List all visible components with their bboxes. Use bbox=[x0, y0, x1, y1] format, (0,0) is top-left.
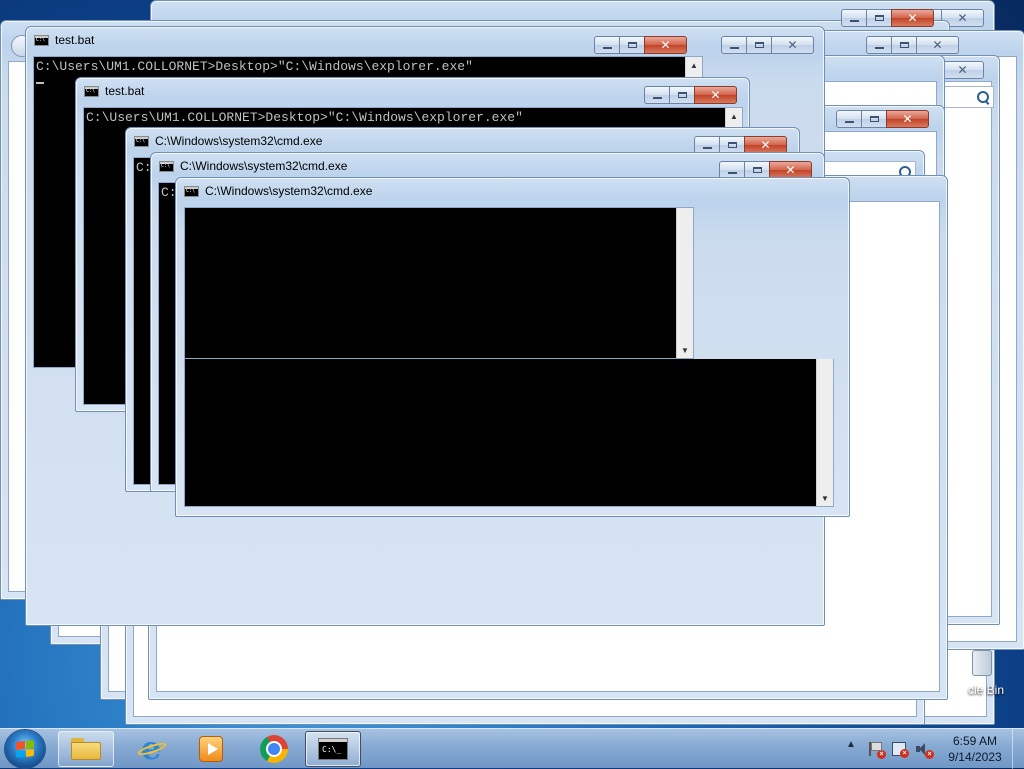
window-title-text: test.bat bbox=[105, 84, 145, 98]
close-button[interactable]: ✕ bbox=[891, 9, 934, 27]
console-window-cmd-3[interactable]: ▼ ▼ C:\Windows\system32\cmd.exe bbox=[175, 177, 850, 517]
taskbar-windows-explorer[interactable] bbox=[58, 731, 114, 767]
maximize-button[interactable] bbox=[866, 9, 892, 27]
windows-logo-icon bbox=[16, 740, 34, 758]
taskbar-chrome[interactable] bbox=[246, 731, 302, 767]
maximize-icon bbox=[727, 142, 737, 148]
network-icon[interactable]: × bbox=[892, 742, 909, 758]
maximize-icon bbox=[754, 42, 764, 48]
window-title: test.bat bbox=[34, 33, 94, 47]
taskbar-internet-explorer[interactable] bbox=[124, 729, 180, 767]
system-tray: ▲ × × × 6:59 AM 9/14/2023 bbox=[840, 729, 1024, 769]
show-hidden-icons-button[interactable]: ▲ bbox=[846, 739, 860, 753]
minimize-button[interactable] bbox=[594, 36, 620, 54]
scroll-down-icon[interactable]: ▼ bbox=[677, 342, 693, 358]
maximize-icon bbox=[869, 116, 879, 122]
scroll-up-icon[interactable]: ▲ bbox=[686, 57, 702, 73]
close-icon: ✕ bbox=[902, 112, 913, 126]
clock[interactable]: 6:59 AM 9/14/2023 bbox=[940, 733, 1010, 765]
vertical-scrollbar[interactable]: ▼ bbox=[676, 208, 693, 358]
close-button[interactable]: ✕ bbox=[916, 36, 959, 54]
close-icon: ✕ bbox=[932, 38, 943, 52]
console-output: C:\Users\UM1.COLLORNET>Desktop>"C:\Windo… bbox=[86, 110, 523, 125]
minimize-icon bbox=[849, 19, 859, 22]
maximize-icon bbox=[874, 15, 884, 21]
close-icon: ✕ bbox=[787, 38, 798, 52]
recycle-bin-label[interactable]: cle Bin bbox=[968, 683, 1004, 697]
window-title-text: C:\Windows\system32\cmd.exe bbox=[155, 134, 323, 148]
internet-explorer-icon bbox=[138, 729, 166, 767]
minimize-button[interactable] bbox=[866, 36, 892, 54]
search-icon bbox=[977, 91, 989, 103]
action-center-icon[interactable]: × bbox=[868, 742, 886, 759]
minimize-icon bbox=[652, 96, 662, 99]
window-title-text: C:\Windows\system32\cmd.exe bbox=[180, 159, 348, 173]
close-icon: ✕ bbox=[760, 138, 771, 152]
maximize-button[interactable] bbox=[619, 36, 645, 54]
taskbar-command-prompt[interactable] bbox=[305, 731, 361, 767]
close-icon: ✕ bbox=[957, 63, 968, 77]
close-button[interactable]: ✕ bbox=[644, 36, 687, 54]
minimize-button[interactable] bbox=[721, 36, 747, 54]
close-icon: ✕ bbox=[660, 38, 671, 52]
minimize-icon bbox=[702, 146, 712, 149]
close-button[interactable]: ✕ bbox=[941, 61, 984, 79]
close-icon: ✕ bbox=[907, 11, 918, 25]
chrome-icon bbox=[260, 735, 288, 763]
minimize-icon bbox=[602, 46, 612, 49]
maximize-icon bbox=[627, 42, 637, 48]
volume-muted-icon[interactable]: × bbox=[916, 742, 934, 759]
show-desktop-button[interactable] bbox=[1012, 729, 1024, 769]
window-title-text: test.bat bbox=[55, 33, 95, 47]
minimize-button[interactable] bbox=[841, 9, 867, 27]
console-app-icon bbox=[84, 85, 99, 97]
window-title-text: C:\Windows\system32\cmd.exe bbox=[205, 184, 373, 198]
maximize-button[interactable] bbox=[891, 36, 917, 54]
scroll-down-icon[interactable]: ▼ bbox=[817, 490, 833, 506]
close-button[interactable]: ✕ bbox=[886, 110, 929, 128]
desktop: ✕ ✕ ✕ ✕ ✕ C:\Users\UM1.COLLORNET>Desktop… bbox=[0, 0, 1024, 728]
console-cursor bbox=[36, 81, 44, 84]
taskbar-media-player[interactable] bbox=[183, 731, 239, 767]
close-icon: ✕ bbox=[785, 163, 796, 177]
minimize-icon bbox=[874, 46, 884, 49]
maximize-button[interactable] bbox=[861, 110, 887, 128]
window-title: C:\Windows\system32\cmd.exe bbox=[184, 184, 372, 198]
vertical-scrollbar[interactable]: ▼ bbox=[816, 359, 833, 506]
window-title: C:\Windows\system32\cmd.exe bbox=[159, 159, 347, 173]
minimize-button[interactable] bbox=[836, 110, 862, 128]
console-app-icon bbox=[184, 185, 199, 197]
maximize-icon bbox=[677, 92, 687, 98]
command-prompt-icon bbox=[318, 738, 348, 760]
console-app-icon bbox=[34, 34, 49, 46]
close-icon: ✕ bbox=[710, 88, 721, 102]
start-button[interactable] bbox=[5, 730, 45, 768]
minimize-button[interactable] bbox=[644, 86, 670, 104]
minimize-icon bbox=[729, 46, 739, 49]
maximize-button[interactable] bbox=[669, 86, 695, 104]
taskbar: ▲ × × × 6:59 AM 9/14/2023 bbox=[0, 728, 1024, 769]
recycle-bin-icon[interactable] bbox=[972, 650, 992, 676]
media-player-icon bbox=[199, 736, 223, 762]
maximize-icon bbox=[899, 42, 909, 48]
close-button[interactable]: ✕ bbox=[694, 86, 737, 104]
close-icon: ✕ bbox=[957, 11, 968, 25]
maximize-icon bbox=[752, 167, 762, 173]
minimize-icon bbox=[727, 171, 737, 174]
close-button[interactable]: ✕ bbox=[771, 36, 814, 54]
folder-icon bbox=[71, 738, 101, 760]
clock-time: 6:59 AM bbox=[952, 734, 998, 748]
window-title: C:\Windows\system32\cmd.exe bbox=[134, 134, 322, 148]
window-title: test.bat bbox=[84, 84, 144, 98]
minimize-icon bbox=[844, 120, 854, 123]
console-app-icon bbox=[134, 135, 149, 147]
console-app-icon bbox=[159, 160, 174, 172]
scroll-up-icon[interactable]: ▲ bbox=[726, 108, 742, 124]
clock-date: 9/14/2023 bbox=[948, 750, 1002, 764]
maximize-button[interactable] bbox=[746, 36, 772, 54]
